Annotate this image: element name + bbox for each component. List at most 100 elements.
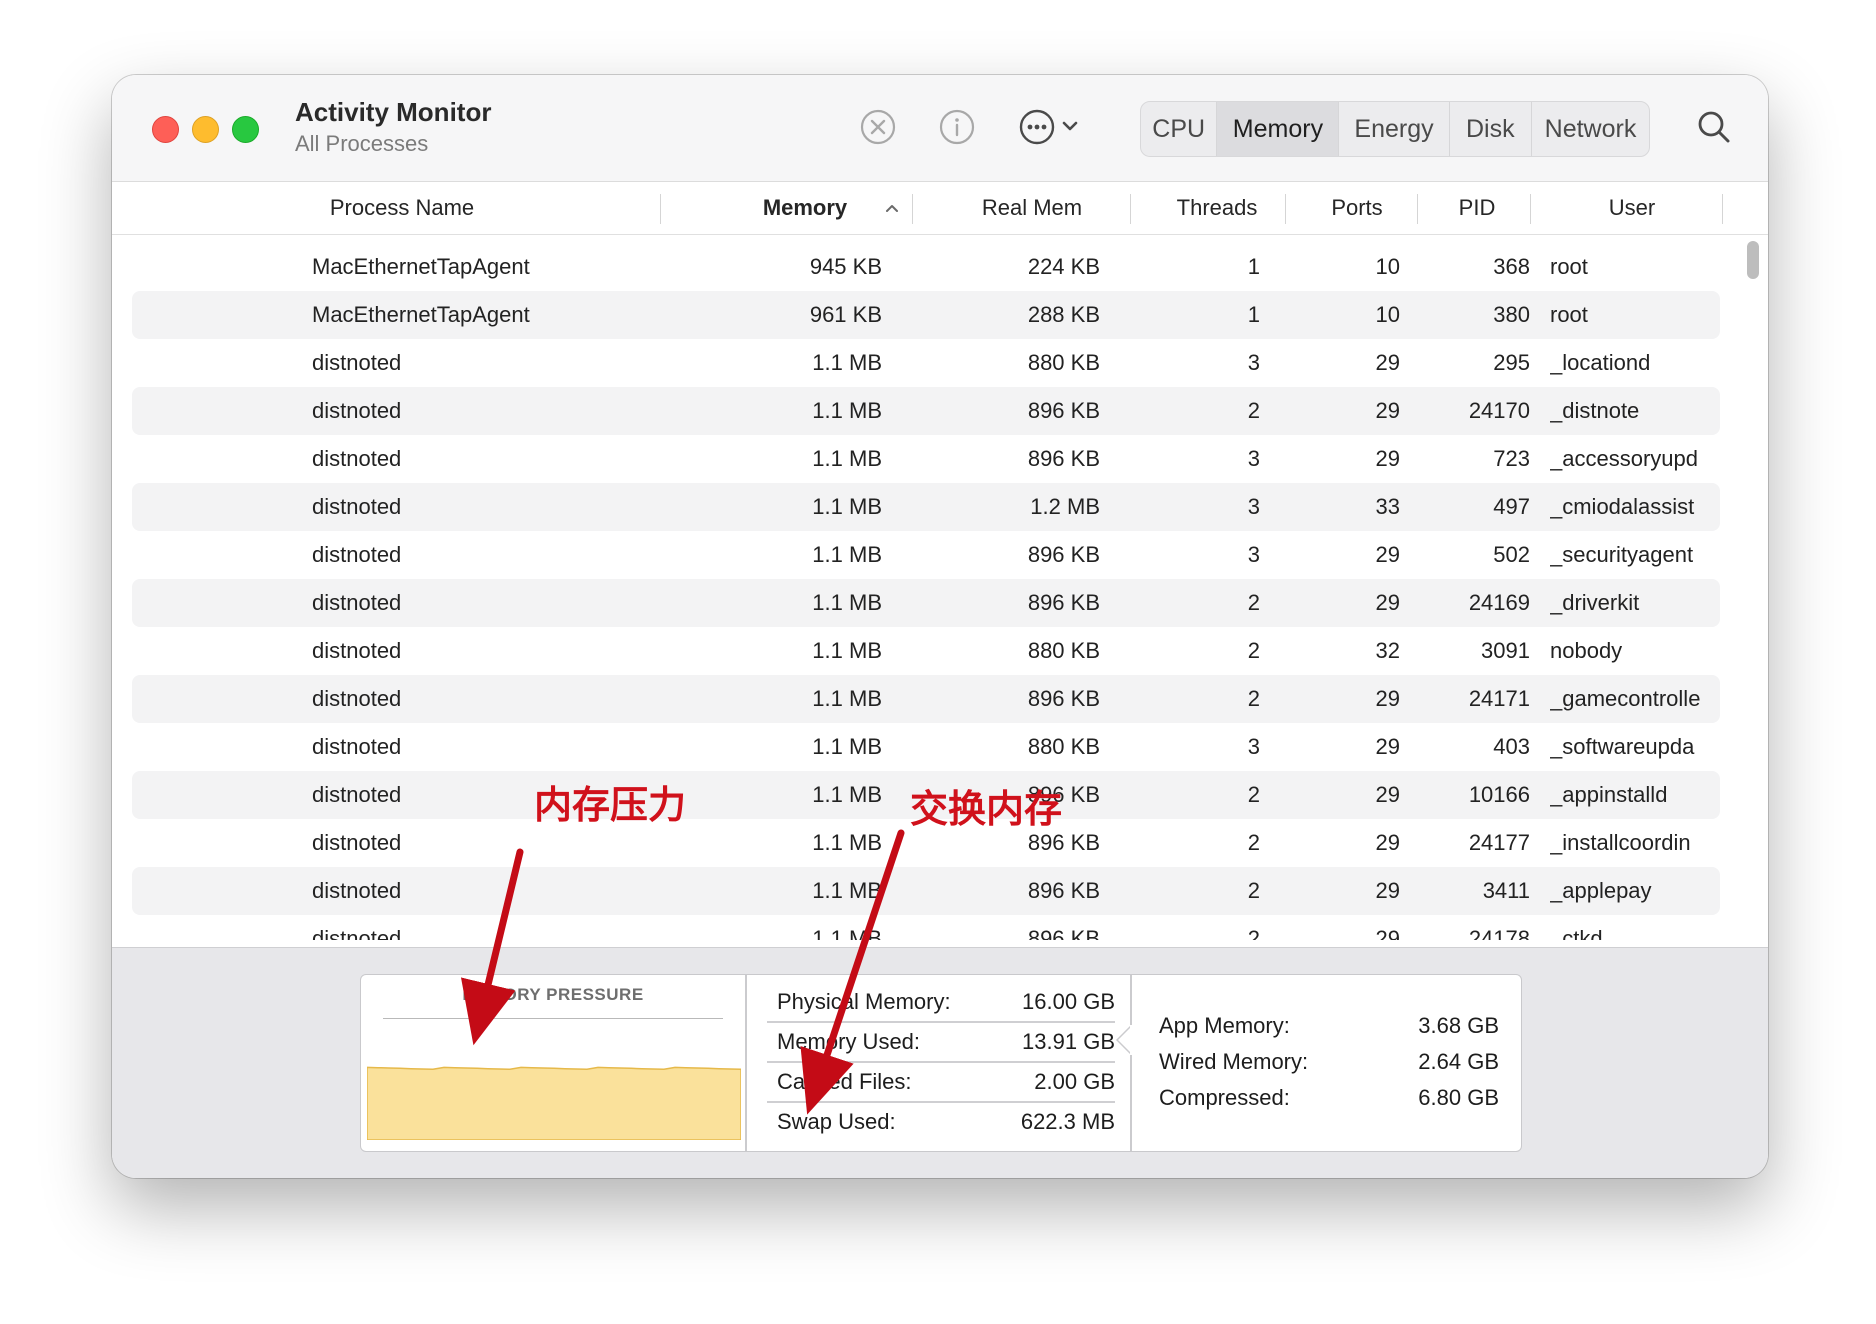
memory-used-row: Memory Used: 13.91 GB bbox=[767, 1021, 1115, 1061]
column-memory[interactable]: Memory bbox=[730, 182, 880, 234]
column-divider bbox=[1530, 194, 1531, 224]
scrollbar-thumb[interactable] bbox=[1747, 241, 1759, 279]
real-mem-cell: 880 KB bbox=[1027, 638, 1100, 663]
compressed-row: Compressed: 6.80 GB bbox=[1159, 1085, 1499, 1119]
magnifier-icon bbox=[1698, 111, 1730, 143]
process-name-cell: distnoted bbox=[312, 878, 402, 903]
panel-divider bbox=[1130, 975, 1132, 1151]
stop-process-button[interactable] bbox=[858, 107, 898, 147]
table-row[interactable]: MacEthernetTapAgent 945 KB 224 KB 1 10 368 roo… bbox=[132, 243, 1720, 291]
physical-memory-label: Physical Memory: bbox=[777, 989, 951, 1014]
threads-cell: 3 bbox=[1247, 446, 1260, 471]
physical-memory-value: 16.00 GB bbox=[1022, 989, 1115, 1014]
process-name-cell: distnoted bbox=[312, 590, 402, 615]
user-cell: _locationd bbox=[1550, 350, 1651, 375]
real-mem-cell: 1.2 MB bbox=[1030, 494, 1100, 519]
column-process-name[interactable]: Process Name bbox=[212, 182, 592, 234]
memory-cell: 1.1 MB bbox=[812, 734, 882, 759]
pid-cell: 502 bbox=[1493, 542, 1530, 567]
threads-cell: 2 bbox=[1247, 926, 1260, 940]
process-name-cell: distnoted bbox=[312, 734, 402, 759]
threads-cell: 3 bbox=[1247, 734, 1260, 759]
ports-cell: 29 bbox=[1375, 686, 1400, 711]
ports-cell: 10 bbox=[1375, 302, 1400, 327]
ports-cell: 29 bbox=[1375, 398, 1400, 423]
column-user[interactable]: User bbox=[1532, 182, 1732, 234]
memory-cell: 1.1 MB bbox=[812, 590, 882, 615]
real-mem-cell: 880 KB bbox=[1027, 350, 1100, 375]
cached-files-value: 2.00 GB bbox=[1034, 1069, 1115, 1094]
tab-energy[interactable]: Energy bbox=[1339, 102, 1450, 156]
real-mem-cell: 896 KB bbox=[1027, 686, 1100, 711]
threads-cell: 2 bbox=[1247, 590, 1260, 615]
real-mem-cell: 880 KB bbox=[1027, 734, 1100, 759]
pid-cell: 10166 bbox=[1468, 782, 1530, 807]
pid-cell: 24178 bbox=[1468, 926, 1530, 940]
table-row[interactable]: distnoted 1.1 MB 880 KB 3 29 403 _softwareupda bbox=[132, 723, 1720, 771]
memory-cell: 961 KB bbox=[809, 302, 882, 327]
table-row[interactable]: distnoted 1.1 MB 896 KB 2 29 3411 _applepay bbox=[132, 867, 1720, 915]
swap-memory-annotation: 交换内存 bbox=[910, 787, 1063, 831]
process-table: MacEthernetTapAgent 945 KB 224 KB 1 10 368 roo… bbox=[112, 235, 1768, 940]
table-row[interactable]: distnoted 1.1 MB 896 KB 3 29 502 _securityagen… bbox=[132, 531, 1720, 579]
tab-network[interactable]: Network bbox=[1532, 102, 1649, 156]
process-name-cell: distnoted bbox=[312, 542, 402, 567]
table-row[interactable]: MacEthernetTapAgent 961 KB 288 KB 1 10 380 roo… bbox=[132, 291, 1720, 339]
ports-cell: 29 bbox=[1375, 590, 1400, 615]
tab-disk[interactable]: Disk bbox=[1450, 102, 1532, 156]
column-pid[interactable]: PID bbox=[1422, 182, 1532, 234]
panel-divider bbox=[745, 975, 747, 1151]
pid-cell: 3091 bbox=[1481, 638, 1530, 663]
user-cell: _softwareupda bbox=[1550, 734, 1695, 759]
user-cell: _accessoryupd bbox=[1550, 446, 1698, 471]
table-row[interactable]: distnoted 1.1 MB 896 KB 2 29 24169 _driverkit bbox=[132, 579, 1720, 627]
real-mem-cell: 896 KB bbox=[1027, 590, 1100, 615]
column-divider bbox=[1130, 194, 1131, 224]
table-row[interactable]: distnoted 1.1 MB 1.2 MB 3 33 497 _cmiodalassis… bbox=[132, 483, 1720, 531]
memory-cell: 1.1 MB bbox=[812, 638, 882, 663]
table-row[interactable]: distnoted 1.1 MB 880 KB 3 29 295 _locationd bbox=[132, 339, 1720, 387]
ports-cell: 29 bbox=[1375, 782, 1400, 807]
table-row[interactable]: distnoted 1.1 MB 896 KB 2 29 24171 _gamecontro… bbox=[132, 675, 1720, 723]
ports-cell: 29 bbox=[1375, 350, 1400, 375]
memory-summary-panel: MEMORY PRESSURE Physical Memory: 16.00 G… bbox=[360, 974, 1522, 1152]
threads-cell: 2 bbox=[1247, 398, 1260, 423]
threads-cell: 2 bbox=[1247, 830, 1260, 855]
real-mem-cell: 288 KB bbox=[1027, 302, 1100, 327]
column-divider bbox=[912, 194, 913, 224]
real-mem-cell: 896 KB bbox=[1027, 446, 1100, 471]
column-ports[interactable]: Ports bbox=[1292, 182, 1422, 234]
zoom-button[interactable] bbox=[232, 116, 259, 143]
column-real-mem[interactable]: Real Mem bbox=[932, 182, 1132, 234]
threads-cell: 1 bbox=[1247, 302, 1260, 327]
swap-used-value: 622.3 MB bbox=[1020, 1109, 1115, 1134]
memory-cell: 1.1 MB bbox=[812, 878, 882, 903]
search-button[interactable] bbox=[1694, 107, 1734, 147]
memory-used-label: Memory Used: bbox=[777, 1029, 921, 1054]
process-name-cell: MacEthernetTapAgent bbox=[312, 254, 530, 279]
close-button[interactable] bbox=[152, 116, 179, 143]
column-threads[interactable]: Threads bbox=[1142, 182, 1292, 234]
table-header: Process Name Memory Real Mem Threads Por… bbox=[112, 182, 1768, 235]
tab-memory[interactable]: Memory bbox=[1217, 102, 1340, 156]
real-mem-cell: 224 KB bbox=[1027, 254, 1100, 279]
memory-pressure-divider bbox=[383, 1018, 723, 1019]
pid-cell: 380 bbox=[1493, 302, 1530, 327]
view-tabs: CPU Memory Energy Disk Network bbox=[1140, 101, 1650, 157]
tab-cpu[interactable]: CPU bbox=[1141, 102, 1218, 156]
table-row[interactable]: distnoted 1.1 MB 896 KB 3 29 723 _accessoryupd bbox=[132, 435, 1720, 483]
table-row[interactable]: distnoted 1.1 MB 896 KB 2 29 24178 _ctkd bbox=[132, 915, 1720, 940]
inspect-process-button[interactable] bbox=[937, 107, 977, 147]
real-mem-cell: 896 KB bbox=[1027, 542, 1100, 567]
pid-cell: 24171 bbox=[1468, 686, 1530, 711]
threads-cell: 2 bbox=[1247, 638, 1260, 663]
more-actions-button[interactable] bbox=[1017, 107, 1087, 147]
minimize-button[interactable] bbox=[192, 116, 219, 143]
memory-pressure-area bbox=[367, 1066, 741, 1140]
table-row[interactable]: distnoted 1.1 MB 880 KB 2 32 3091 nobody bbox=[132, 627, 1720, 675]
user-cell: _ctkd bbox=[1550, 926, 1603, 940]
process-name-cell: distnoted bbox=[312, 350, 402, 375]
pid-cell: 295 bbox=[1493, 350, 1530, 375]
vertical-scrollbar[interactable] bbox=[1743, 235, 1763, 940]
table-row[interactable]: distnoted 1.1 MB 896 KB 2 29 24170 _distnote bbox=[132, 387, 1720, 435]
